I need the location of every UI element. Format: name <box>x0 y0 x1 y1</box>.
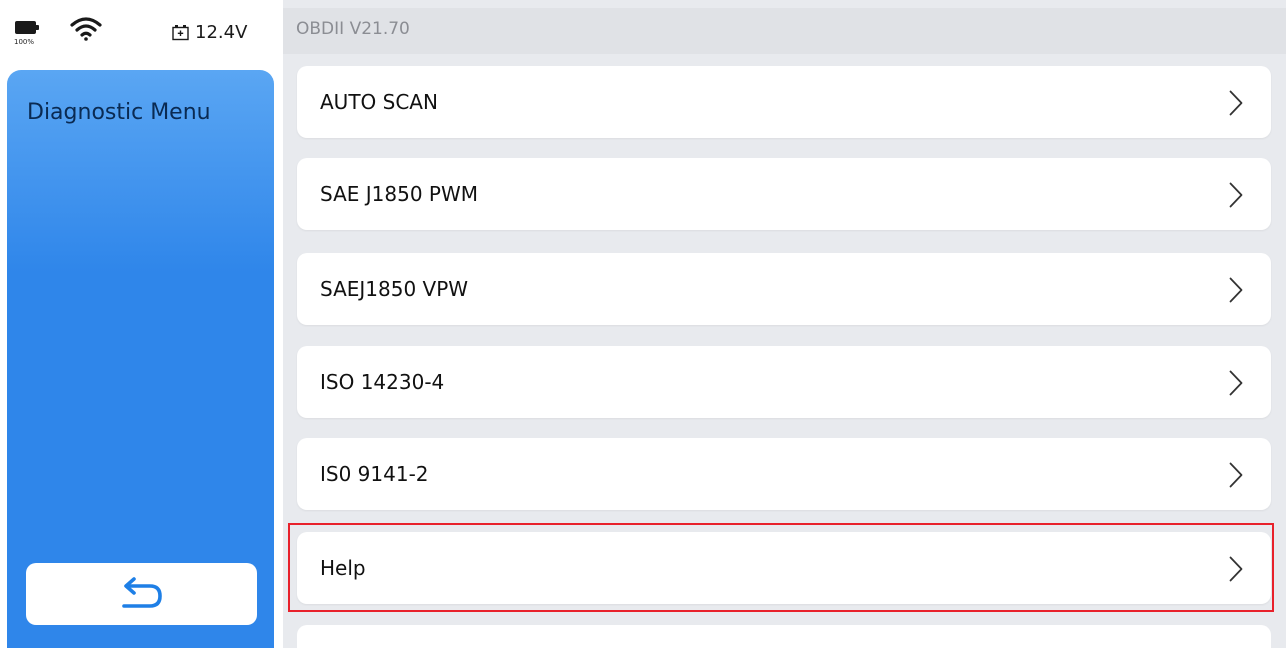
car-battery-icon <box>172 24 189 40</box>
main-panel: OBDII V21.70 AUTO SCAN SAE J1850 PWM SAE… <box>283 0 1286 648</box>
left-panel: 100% 12.4V Diagnostic Menu <box>0 0 283 648</box>
chevron-right-icon <box>1229 462 1243 488</box>
menu-item-sae-j1850-vpw[interactable]: SAEJ1850 VPW <box>297 253 1271 325</box>
menu-item-partial[interactable] <box>297 625 1271 648</box>
chevron-right-icon <box>1229 277 1243 303</box>
chevron-right-icon <box>1229 370 1243 396</box>
menu-item-sae-j1850-pwm[interactable]: SAE J1850 PWM <box>297 158 1271 230</box>
menu-item-iso-9141-2[interactable]: IS0 9141-2 <box>297 438 1271 510</box>
chevron-right-icon <box>1229 556 1243 582</box>
menu-item-label: SAEJ1850 VPW <box>320 277 469 301</box>
menu-item-auto-scan[interactable]: AUTO SCAN <box>297 66 1271 138</box>
voltage-indicator: 12.4V <box>172 20 247 44</box>
back-arrow-icon <box>121 577 162 608</box>
battery-percent: 100% <box>14 38 35 46</box>
menu-item-iso-14230-4[interactable]: ISO 14230-4 <box>297 346 1271 418</box>
back-button[interactable] <box>26 563 257 625</box>
chevron-right-icon <box>1229 90 1243 116</box>
version-label: OBDII V21.70 <box>296 19 410 39</box>
menu-item-help[interactable]: Help <box>297 532 1271 604</box>
menu-item-label: ISO 14230-4 <box>320 370 445 394</box>
voltage-value: 12.4V <box>195 21 248 43</box>
wifi-icon <box>70 17 102 41</box>
battery-icon <box>15 21 39 35</box>
sidebar-title: Diagnostic Menu <box>27 100 211 125</box>
diagnostic-screen: 100% 12.4V Diagnostic Menu OBDII V21.70 … <box>0 0 1286 648</box>
menu-item-label: Help <box>320 556 366 580</box>
version-bar: OBDII V21.70 <box>283 8 1286 54</box>
chevron-right-icon <box>1229 182 1243 208</box>
menu-item-label: AUTO SCAN <box>320 90 438 114</box>
sidebar: Diagnostic Menu <box>7 70 274 648</box>
status-bar: 100% 12.4V <box>0 0 283 64</box>
menu-item-label: IS0 9141-2 <box>320 462 429 486</box>
menu-item-label: SAE J1850 PWM <box>320 182 478 206</box>
